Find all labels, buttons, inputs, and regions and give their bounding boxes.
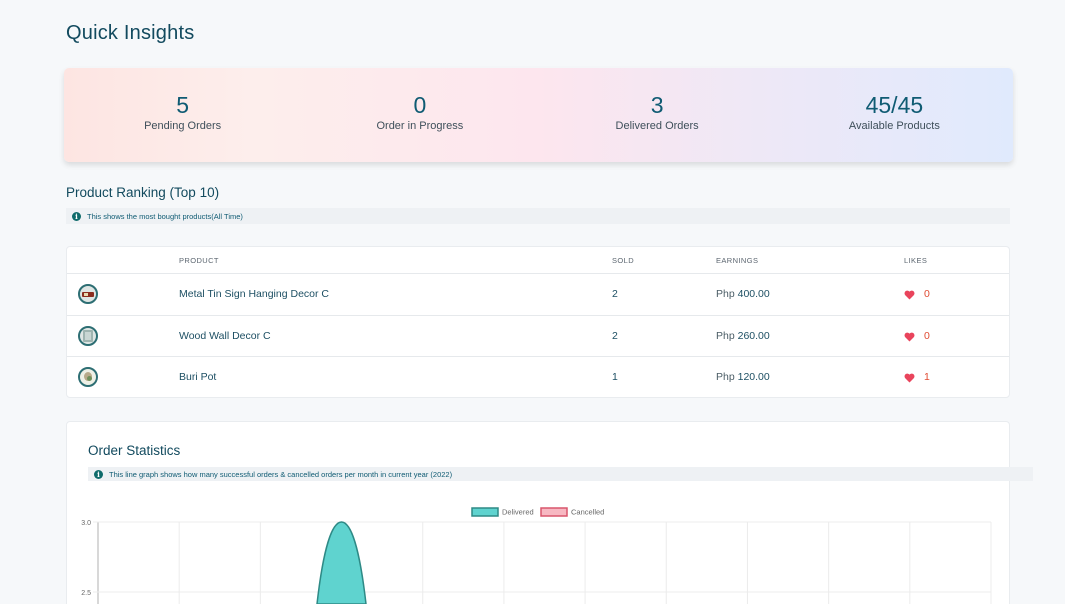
legend-label-cancelled: Cancelled: [571, 508, 604, 517]
y-tick-label: 2.5: [81, 590, 91, 597]
legend-swatch-delivered: [471, 507, 499, 517]
chart-legend[interactable]: Delivered Cancelled: [471, 507, 604, 517]
delivered-series-area: [316, 521, 367, 604]
chart-grid: [93, 521, 992, 604]
legend-swatch-cancelled: [540, 507, 568, 517]
y-axis: 3.0 2.5: [81, 520, 91, 597]
y-tick-label: 3.0: [81, 520, 91, 527]
order-statistics-chart: Delivered Cancelled 3.0 2.5: [81, 507, 992, 604]
legend-label-delivered: Delivered: [502, 508, 534, 517]
